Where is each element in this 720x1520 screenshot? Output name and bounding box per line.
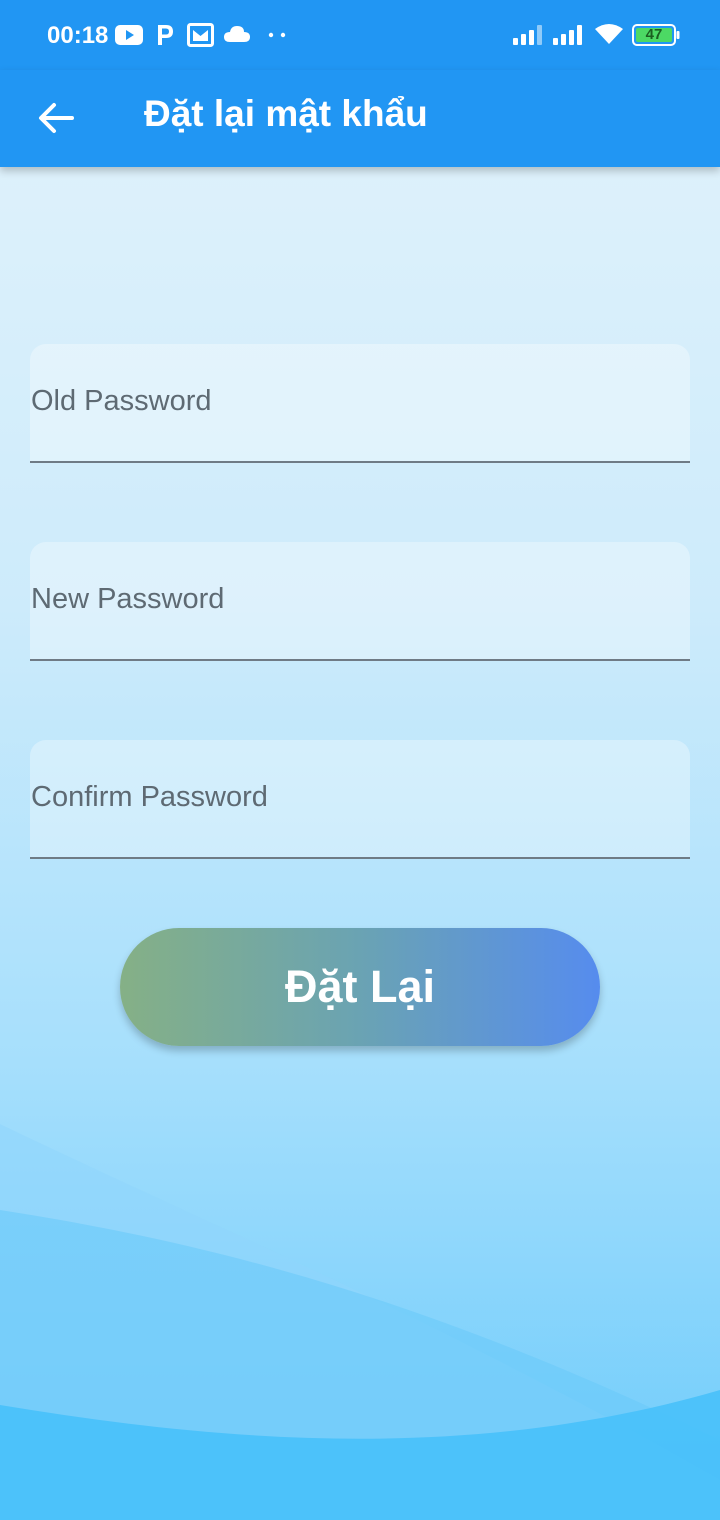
status-time: 00:18 <box>47 22 109 49</box>
signal-icon <box>552 24 586 46</box>
signal-icon <box>512 24 546 46</box>
new-password-input[interactable] <box>30 542 690 659</box>
more-dots-icon <box>268 32 288 38</box>
youtube-icon <box>115 25 143 45</box>
old-password-input[interactable] <box>30 344 690 461</box>
background-waves <box>0 1124 720 1520</box>
battery-level: 47 <box>645 26 663 43</box>
mail-icon <box>187 23 214 47</box>
status-bar: 00:18 47 <box>0 0 720 70</box>
old-password-field[interactable] <box>30 344 690 463</box>
battery-icon: 47 <box>632 24 680 46</box>
arrow-left-icon <box>39 103 74 133</box>
new-password-field[interactable] <box>30 542 690 661</box>
page-title: Đặt lại mật khẩu <box>144 93 428 134</box>
cloud-icon <box>224 25 250 43</box>
reset-password-button[interactable]: Đặt Lại <box>120 928 600 1046</box>
wifi-icon <box>595 23 623 45</box>
confirm-password-field[interactable] <box>30 740 690 859</box>
p-app-icon <box>155 23 175 47</box>
confirm-password-input[interactable] <box>30 740 690 857</box>
back-button[interactable] <box>28 90 84 146</box>
app-bar: Đặt lại mật khẩu <box>0 70 720 167</box>
